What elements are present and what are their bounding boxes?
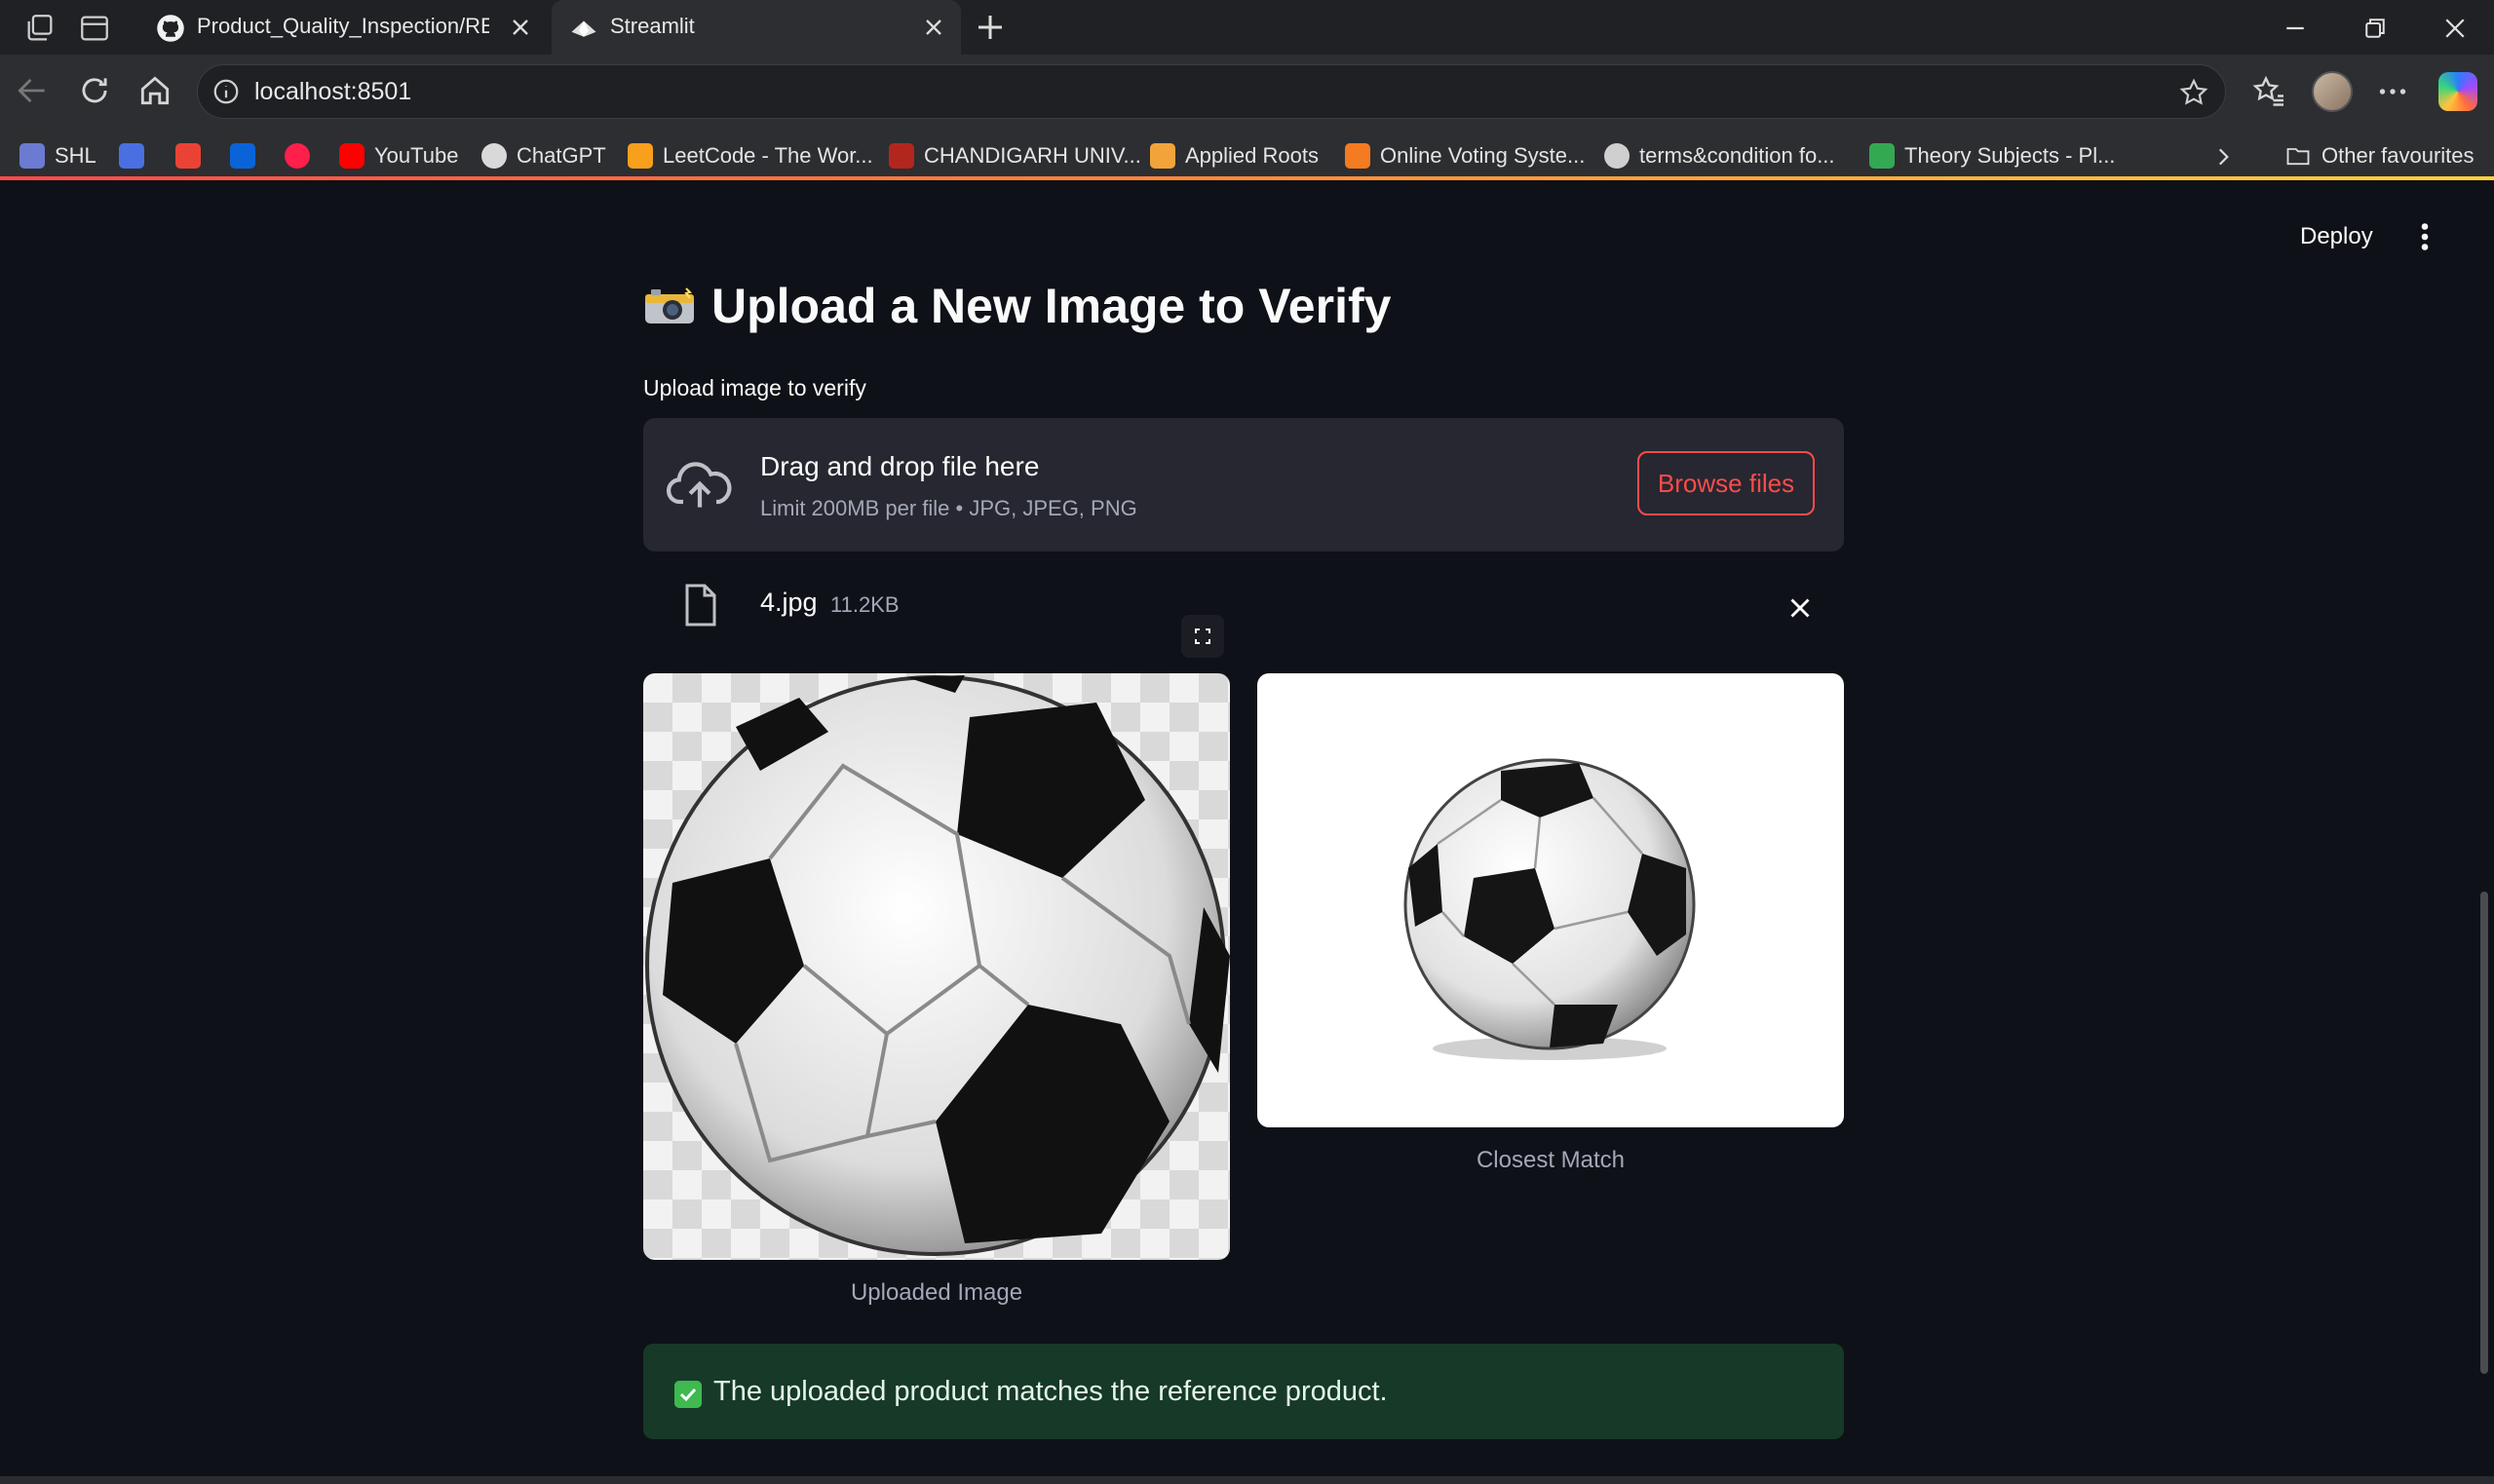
github-icon	[157, 15, 184, 42]
file-dropzone[interactable]: Drag and drop file here Limit 200MB per …	[643, 418, 1844, 552]
success-alert: The uploaded product matches the referen…	[643, 1344, 1844, 1439]
profile-avatar[interactable]	[2312, 71, 2353, 112]
page-title-text: Upload a New Image to Verify	[711, 279, 1392, 333]
uploaded-image	[643, 673, 1230, 1260]
home-icon[interactable]	[136, 72, 173, 109]
tab-title: Product_Quality_Inspection/READ	[197, 14, 489, 38]
copilot-icon[interactable]	[2438, 72, 2477, 111]
streamlit-app: Deploy Upload a New Image to Verify Uplo…	[0, 180, 2494, 1476]
page-title: Upload a New Image to Verify	[643, 278, 1391, 334]
uploaded-file-name: 4.jpg	[760, 588, 818, 617]
favorite-star-icon[interactable]	[2178, 77, 2209, 108]
streamlit-icon	[571, 20, 596, 37]
chatgpt-icon	[481, 143, 507, 169]
bookmark-other-favourites[interactable]: Other favourites	[2284, 140, 2475, 171]
bookmark-1[interactable]	[119, 140, 144, 171]
bookmark-gmail[interactable]	[175, 140, 201, 171]
drop-title: Drag and drop file here	[760, 451, 1040, 481]
uploaded-file-size: 11.2KB	[830, 592, 900, 617]
scrollbar-thumb[interactable]	[2480, 892, 2488, 1374]
bookmark-theory-subjects[interactable]: Theory Subjects - Pl...	[1869, 140, 2115, 171]
closest-match-image	[1257, 673, 1844, 1127]
success-message: The uploaded product matches the referen…	[713, 1376, 1388, 1407]
reload-icon[interactable]	[76, 72, 113, 109]
address-bar[interactable]: localhost:8501	[197, 64, 2226, 119]
check-mark-icon	[674, 1381, 702, 1408]
outlook-icon	[230, 143, 255, 169]
bookmark-terms[interactable]: terms&condition fo...	[1604, 140, 1835, 171]
soccer-ball-large	[645, 675, 1230, 1256]
new-tab-icon[interactable]	[973, 10, 1008, 45]
bookmark-chandigarh[interactable]: CHANDIGARH UNIV...	[889, 140, 1141, 171]
applied-roots-icon	[1150, 143, 1175, 169]
bookmark-shl[interactable]: SHL	[19, 140, 96, 171]
uploaded-image-caption: Uploaded Image	[850, 1279, 1023, 1306]
close-tab-icon[interactable]	[507, 14, 534, 41]
music-icon	[285, 143, 310, 169]
bookmark-chatgpt[interactable]: ChatGPT	[481, 140, 606, 171]
minimize-icon[interactable]	[2281, 14, 2310, 43]
favorites-icon[interactable]	[2251, 74, 2286, 109]
youtube-icon	[339, 143, 365, 169]
bookmark-applied-roots[interactable]: Applied Roots	[1150, 140, 1319, 171]
tab-streamlit[interactable]: Streamlit	[552, 0, 961, 55]
uploader-label: Upload image to verify	[643, 375, 866, 400]
fullscreen-icon[interactable]	[1181, 615, 1224, 658]
main-menu-icon[interactable]	[2415, 219, 2435, 254]
leetcode-icon	[628, 143, 653, 169]
browser-toolbar: localhost:8501	[0, 55, 2494, 133]
more-options-icon[interactable]	[2375, 74, 2410, 109]
globe-icon	[1604, 143, 1630, 169]
bookmarks-bar: SHL YouTube ChatGPT LeetCode - The Wor..…	[0, 133, 2494, 179]
remove-file-icon[interactable]	[1784, 591, 1817, 625]
shl-icon	[19, 143, 45, 169]
chevron-right-icon[interactable]	[2210, 144, 2236, 170]
workspaces-icon[interactable]	[23, 12, 57, 45]
restore-icon[interactable]	[2360, 14, 2390, 43]
closest-match-caption: Closest Match	[1476, 1147, 1626, 1173]
site-info-icon[interactable]	[211, 77, 241, 106]
xampp-icon	[1345, 143, 1370, 169]
file-icon	[685, 584, 716, 627]
cloud-upload-icon	[667, 462, 732, 508]
profile-site-icon	[119, 143, 144, 169]
close-window-icon[interactable]	[2440, 14, 2470, 43]
bookmark-leetcode[interactable]: LeetCode - The Wor...	[628, 140, 873, 171]
bookmark-outlook[interactable]	[230, 140, 255, 171]
camera-with-flash-icon	[645, 287, 694, 323]
url-text[interactable]: localhost:8501	[254, 78, 411, 106]
tab-title: Streamlit	[610, 14, 695, 38]
university-icon	[889, 143, 914, 169]
gmail-icon	[175, 143, 201, 169]
soccer-ball-small	[1403, 758, 1696, 1060]
vertical-tabs-icon[interactable]	[78, 12, 111, 45]
browser-titlebar: Product_Quality_Inspection/READ Streamli…	[0, 0, 2494, 55]
drop-limits: Limit 200MB per file • JPG, JPEG, PNG	[760, 496, 1137, 520]
folder-icon	[2286, 148, 2310, 166]
close-tab-icon[interactable]	[920, 14, 947, 41]
tab-github-readme[interactable]: Product_Quality_Inspection/READ	[138, 0, 548, 55]
bookmark-music[interactable]	[285, 140, 310, 171]
bookmark-youtube[interactable]: YouTube	[339, 140, 458, 171]
back-icon[interactable]	[14, 72, 51, 109]
browse-files-button[interactable]: Browse files	[1637, 451, 1815, 515]
google-drive-icon	[1869, 143, 1895, 169]
deploy-button[interactable]: Deploy	[2300, 223, 2373, 250]
bookmark-online-voting[interactable]: Online Voting Syste...	[1345, 140, 1585, 171]
window-bottom-edge	[0, 1476, 2494, 1484]
